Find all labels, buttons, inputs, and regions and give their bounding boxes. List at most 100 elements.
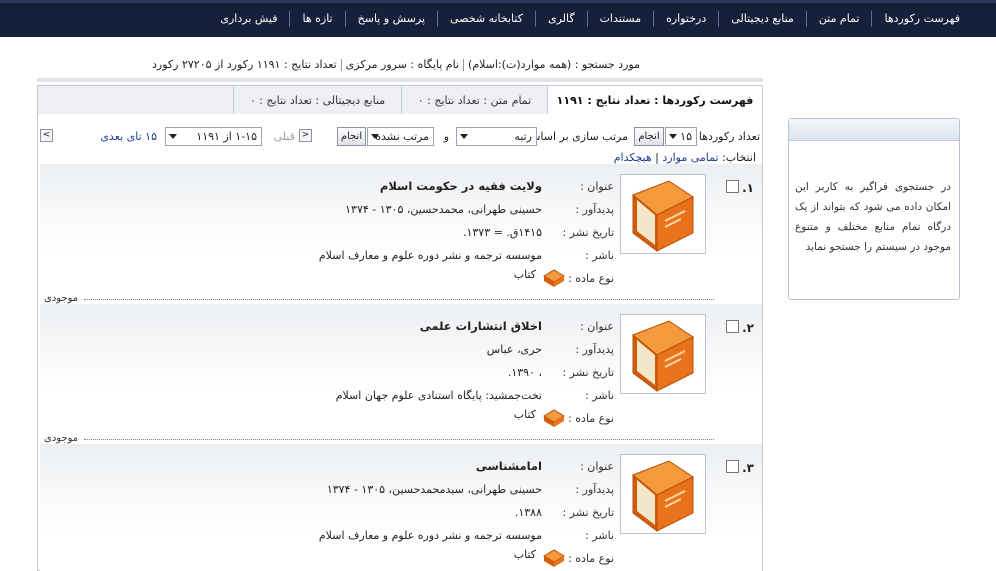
date-label: تاریخ نشر : xyxy=(562,506,614,519)
result-tabs: فهرست رکوردها : تعداد نتایج : ۱۱۹۱ تمام … xyxy=(37,85,763,116)
availability-link[interactable]: موجودی xyxy=(44,433,78,444)
result-number: ۱. xyxy=(742,181,754,195)
book-icon xyxy=(542,268,566,288)
top-navigation-bar: فهرست رکوردها تمام متن منابع دیجیتالی در… xyxy=(0,0,996,37)
author-label: پدیدآور : xyxy=(575,483,614,496)
nav-item-personal-library[interactable]: کتابخانه شخصی xyxy=(437,11,535,27)
nav-item-gallery[interactable]: گالری xyxy=(534,11,587,27)
result-date: ، ۱۳۹۰. xyxy=(507,366,542,379)
book-icon xyxy=(542,408,566,428)
chevron-down-icon xyxy=(169,134,177,139)
result-checkbox[interactable] xyxy=(726,320,739,333)
book-icon xyxy=(542,548,566,568)
result-title[interactable]: امامشناسی xyxy=(476,459,542,473)
result-checkbox[interactable] xyxy=(726,460,739,473)
result-date: ۱۳۸۸. xyxy=(514,506,542,519)
order-value: مرتب نشده xyxy=(375,130,429,143)
sort-and-label: و xyxy=(443,130,449,143)
result-author: حری، عباس xyxy=(486,343,542,356)
divider xyxy=(463,59,465,71)
result-divider xyxy=(84,439,714,440)
results-content: تعداد رکوردها ۱۵ انجام مرتب سازی بر اساس… xyxy=(37,114,763,571)
result-title[interactable]: اخلاق انتشارات علمی xyxy=(420,319,542,333)
select-none-link[interactable]: هیچکدام xyxy=(614,151,652,164)
result-count: تعداد نتایج : ۱۱۹۱ رکورد از ۲۷۲۰۵ رکورد xyxy=(152,58,337,71)
nav-item-digital[interactable]: منابع دیجیتالی xyxy=(718,11,806,27)
selection-label: انتخاب: xyxy=(722,151,756,164)
book-cover-icon[interactable] xyxy=(620,314,706,394)
prev-page-link[interactable]: قبلی xyxy=(274,128,295,146)
sidebox-header xyxy=(789,119,959,141)
result-item: ۱. عنوان : ولایت فقیه در حکومت اسلام پدی… xyxy=(40,164,762,304)
author-label: پدیدآور : xyxy=(575,203,614,216)
nav-item-fulltext[interactable]: تمام متن xyxy=(805,11,872,27)
result-type: کتاب xyxy=(513,548,536,561)
book-cover-icon[interactable] xyxy=(620,454,706,534)
availability-link[interactable]: موجودی xyxy=(44,293,78,304)
selection-row: انتخاب: تمامی موارد | هیچکدام xyxy=(614,151,756,164)
records-per-page-select[interactable]: ۱۵ xyxy=(665,127,697,146)
page-range-value: ۱-۱۵ از ۱۱۹۱ xyxy=(196,130,257,143)
nav-item-new[interactable]: تازه ها xyxy=(289,11,344,27)
nav-item-documents[interactable]: مستندات xyxy=(586,11,654,27)
results-panel: فهرست رکوردها : تعداد نتایج : ۱۱۹۱ تمام … xyxy=(37,78,763,571)
sort-select[interactable]: رتبه xyxy=(456,127,537,146)
sidebox-text: در جستجوی فراگیر به کاربر این امکان داده… xyxy=(795,181,951,253)
result-divider xyxy=(84,299,714,300)
result-publisher: تخت‌جمشید: پایگاه استنادی علوم جهان اسلا… xyxy=(335,389,542,402)
next-page-link[interactable]: ۱۵ تای بعدی xyxy=(100,128,157,146)
panel-top-line xyxy=(37,78,763,82)
topbar-strip xyxy=(0,0,996,3)
title-label: عنوان : xyxy=(580,460,614,473)
result-number: ۲. xyxy=(742,321,754,335)
next-arrow-button[interactable]: > xyxy=(40,129,53,142)
tab-fulltext[interactable]: تمام متن : تعداد نتایج : ۰ xyxy=(401,86,547,115)
date-label: تاریخ نشر : xyxy=(562,366,614,379)
result-item: ۳. عنوان : امامشناسی پدیدآور : حسینی طهر… xyxy=(40,444,762,571)
chevron-down-icon xyxy=(371,134,379,139)
select-all-link[interactable]: تمامی موارد xyxy=(662,151,718,164)
result-publisher: موسسه ترجمه و نشر دوره علوم و معارف اسلا… xyxy=(318,529,542,542)
result-title[interactable]: ولایت فقیه در حکومت اسلام xyxy=(380,179,542,193)
result-publisher: موسسه ترجمه و نشر دوره علوم و معارف اسلا… xyxy=(318,249,542,262)
title-label: عنوان : xyxy=(580,320,614,333)
records-per-page-value: ۱۵ xyxy=(680,130,692,143)
search-query: مورد جستجو : (همه موارد(ت):اسلام) xyxy=(468,58,640,71)
publisher-label: ناشر : xyxy=(585,529,614,542)
result-author: حسینی طهرانی، سیدمحمدحسین، ۱۳۰۵ - ۱۳۷۴ xyxy=(326,483,542,496)
nav-item-records[interactable]: فهرست رکوردها xyxy=(871,11,972,27)
date-label: تاریخ نشر : xyxy=(562,226,614,239)
sort-label: مرتب سازی بر اساس xyxy=(527,130,628,143)
result-type: کتاب xyxy=(513,268,536,281)
result-date: ۱۴۱۵ق. = ۱۳۷۳. xyxy=(462,226,542,239)
publisher-label: ناشر : xyxy=(585,389,614,402)
records-per-page-label: تعداد رکوردها xyxy=(698,130,760,143)
divider xyxy=(340,59,342,71)
prev-arrow-button[interactable]: < xyxy=(299,129,312,142)
selection-separator: | xyxy=(655,151,659,164)
main-nav: فهرست رکوردها تمام متن منابع دیجیتالی در… xyxy=(208,5,972,33)
result-checkbox[interactable] xyxy=(726,180,739,193)
database-name: نام پایگاه : سرور مرکزی xyxy=(345,58,460,71)
result-type: کتاب xyxy=(513,408,536,421)
author-label: پدیدآور : xyxy=(575,343,614,356)
sort-go-button[interactable]: انجام xyxy=(337,127,366,146)
nav-item-qa[interactable]: پرسش و پاسخ xyxy=(344,11,437,27)
sort-value: رتبه xyxy=(514,130,532,143)
search-summary: مورد جستجو : (همه موارد(ت):اسلام) نام پای… xyxy=(152,58,640,71)
result-item: ۲. عنوان : اخلاق انتشارات علمی پدیدآور :… xyxy=(40,304,762,444)
info-sidebox: در جستجوی فراگیر به کاربر این امکان داده… xyxy=(788,118,960,300)
records-go-button[interactable]: انجام xyxy=(634,127,664,146)
title-label: عنوان : xyxy=(580,180,614,193)
book-cover-icon[interactable] xyxy=(620,174,706,254)
order-select[interactable]: مرتب نشده xyxy=(367,127,434,146)
page-range-select[interactable]: ۱-۱۵ از ۱۱۹۱ xyxy=(165,127,262,146)
nav-item-notes[interactable]: فیش برداری xyxy=(208,11,289,27)
result-author: حسینی طهرانی، محمدحسین، ۱۳۰۵ - ۱۳۷۴ xyxy=(345,203,542,216)
chevron-down-icon xyxy=(460,134,468,139)
result-number: ۳. xyxy=(742,461,754,475)
tab-catalog-records[interactable]: فهرست رکوردها : تعداد نتایج : ۱۱۹۱ xyxy=(547,86,762,116)
tab-digital-resources[interactable]: منابع دیجیتالی : تعداد نتایج : ۰ xyxy=(233,86,401,115)
nav-item-tree[interactable]: درختواره xyxy=(653,11,718,27)
publisher-label: ناشر : xyxy=(585,249,614,262)
